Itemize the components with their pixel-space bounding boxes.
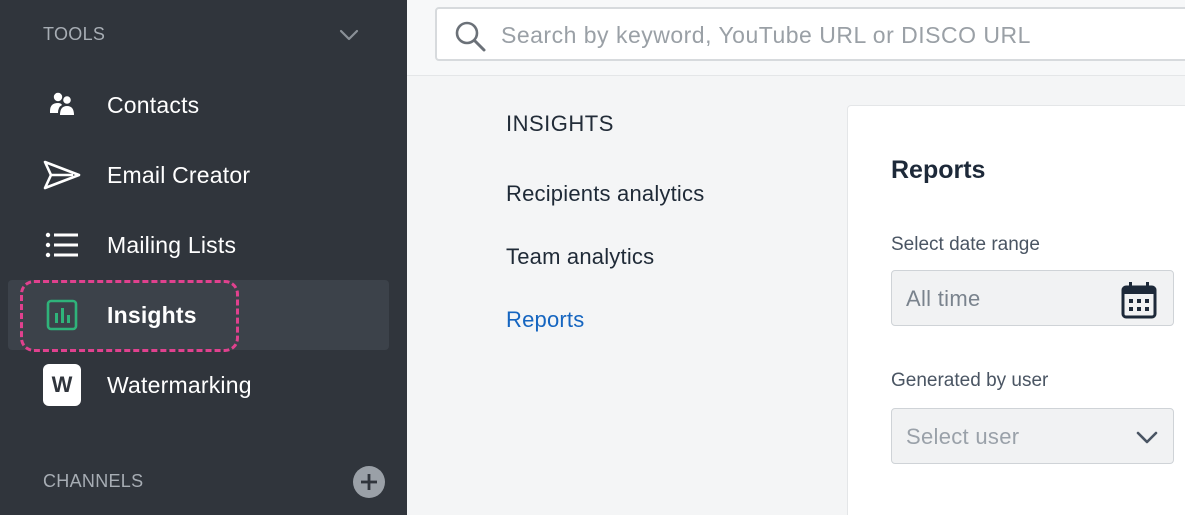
insights-subnav-title: INSIGHTS (506, 111, 614, 136)
tools-section-label: TOOLS (43, 24, 106, 44)
date-range-value: All time (906, 286, 981, 311)
sidebar: TOOLS Contacts Email Creator Mailing Lis… (0, 0, 407, 515)
sidebar-item-email-creator[interactable]: Email Creator (8, 140, 389, 210)
calendar-icon[interactable] (1121, 281, 1157, 319)
top-bar (407, 0, 1185, 76)
insights-subnav: INSIGHTS Recipients analytics Team analy… (407, 77, 847, 515)
generated-by-user-label: Generated by user (891, 370, 1049, 391)
subnav-item-reports[interactable]: Reports (506, 307, 584, 333)
user-select[interactable]: Select user (891, 408, 1174, 464)
add-channel-button[interactable] (353, 466, 385, 498)
sidebar-item-contacts[interactable]: Contacts (8, 70, 389, 140)
sidebar-item-label: Email Creator (107, 161, 251, 188)
sidebar-item-label: Watermarking (107, 371, 252, 398)
plus-icon (361, 474, 377, 490)
subnav-item-recipients-analytics[interactable]: Recipients analytics (506, 181, 704, 207)
list-icon (43, 227, 81, 263)
channels-section-label: CHANNELS (43, 471, 144, 491)
sidebar-item-label: Mailing Lists (107, 231, 237, 258)
date-range-label: Select date range (891, 234, 1040, 255)
sidebar-item-label: Insights (107, 301, 197, 328)
watermark-icon: W (43, 364, 81, 406)
user-select-placeholder: Select user (906, 424, 1020, 449)
search-icon (455, 21, 486, 52)
contacts-icon (43, 87, 81, 123)
send-icon (43, 157, 81, 193)
watermark-badge: W (43, 364, 81, 406)
sidebar-item-mailing-lists[interactable]: Mailing Lists (8, 210, 389, 280)
subnav-item-team-analytics[interactable]: Team analytics (506, 244, 654, 270)
search-input[interactable] (501, 17, 1185, 53)
search-box[interactable] (435, 7, 1185, 61)
sidebar-item-watermarking[interactable]: W Watermarking (8, 350, 389, 420)
sidebar-item-insights[interactable]: Insights (8, 280, 389, 350)
chevron-down-icon[interactable] (338, 24, 360, 46)
date-range-picker[interactable]: All time (891, 270, 1174, 326)
chevron-down-icon (1136, 431, 1158, 444)
reports-panel: Reports Select date range All time Gener… (847, 105, 1185, 515)
bar-chart-icon (43, 297, 81, 333)
page-title: Reports (891, 156, 986, 184)
sidebar-item-label: Contacts (107, 91, 200, 118)
